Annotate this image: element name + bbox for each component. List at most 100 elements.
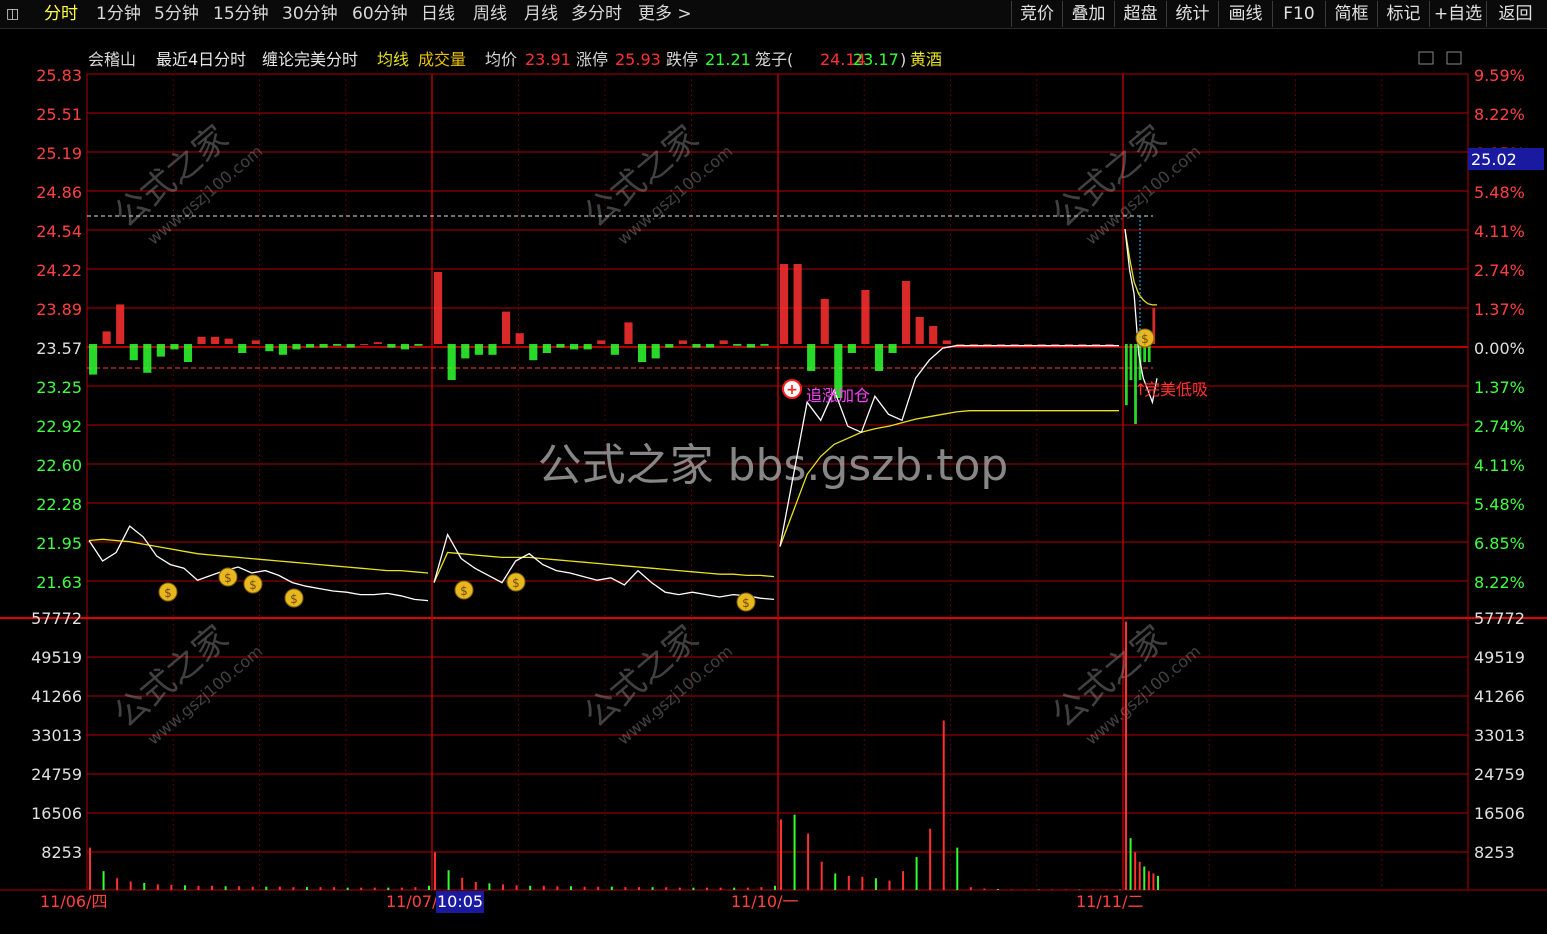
overlay-button[interactable]: 叠加	[1062, 1, 1114, 27]
momentum-bar	[320, 344, 328, 348]
layout-icon[interactable]	[1447, 52, 1461, 64]
mark-button[interactable]: 标记	[1377, 1, 1429, 27]
period-toolbar: ◫ 分时 1分钟 5分钟 15分钟 30分钟 60分钟 日线 周线 月线 多分时…	[0, 0, 1547, 29]
momentum-bar	[983, 344, 991, 345]
back-button[interactable]: 返回	[1486, 1, 1544, 27]
momentum-bar	[692, 344, 700, 348]
restore-icon[interactable]	[1419, 52, 1433, 64]
volume-bar	[320, 887, 322, 890]
volume-bar	[116, 878, 118, 890]
momentum-bar	[103, 331, 111, 344]
momentum-bar	[929, 326, 937, 344]
cage-label: 笼子(	[755, 50, 793, 69]
tab-period-60min[interactable]: 60分钟	[352, 0, 408, 28]
momentum-bar	[414, 344, 422, 346]
macd-bars	[89, 264, 1155, 424]
volume-bar	[502, 884, 504, 890]
momentum-bar	[292, 344, 300, 349]
momentum-bar	[848, 344, 856, 353]
momentum-bar	[1125, 344, 1128, 405]
sector-name: 黄酒	[910, 50, 942, 69]
volume-bar	[875, 878, 877, 890]
momentum-bar	[1065, 344, 1073, 345]
volume-bar	[89, 848, 91, 890]
volume-bar	[970, 887, 972, 890]
tab-period-monthly[interactable]: 月线	[524, 0, 558, 28]
volume-bar	[1152, 874, 1154, 890]
watermark-layer: 公式之家www.gszj100.com公式之家www.gszj100.com公式…	[106, 106, 1204, 755]
volume-bar	[848, 876, 850, 890]
volume-bar	[197, 886, 199, 890]
tab-period-15min[interactable]: 15分钟	[213, 0, 269, 28]
momentum-bar	[347, 344, 355, 348]
volume-bar	[292, 887, 294, 890]
percent-tick-label: 6.85%	[1474, 534, 1525, 553]
tab-period-1min[interactable]: 1分钟	[96, 0, 141, 28]
momentum-bar	[543, 344, 551, 353]
add-watchlist-button[interactable]: +自选	[1429, 1, 1486, 27]
volume-bar	[834, 874, 836, 890]
super-board-button[interactable]: 超盘	[1114, 1, 1166, 27]
volume-bar	[374, 888, 376, 890]
momentum-bar	[143, 344, 151, 373]
mode-label: 最近4日分时	[156, 50, 246, 69]
date-label: 11/07/	[386, 892, 438, 911]
price-lines	[89, 229, 1157, 600]
tab-period-30min[interactable]: 30分钟	[282, 0, 338, 28]
limit-down-label: 跌停	[666, 50, 698, 69]
add-position-label: 追涨加仓	[806, 386, 870, 405]
tab-period-fenshi[interactable]: 分时	[44, 0, 78, 28]
volume-bar	[306, 887, 308, 890]
momentum-bar	[584, 344, 592, 349]
volume-bar	[543, 886, 545, 890]
f10-button[interactable]: F10	[1272, 1, 1325, 27]
tab-period-daily[interactable]: 日线	[421, 0, 455, 28]
price-tick-label: 24.86	[36, 183, 82, 202]
momentum-bar	[488, 344, 496, 355]
tab-period-multi[interactable]: 多分时	[571, 0, 622, 28]
price-tick-label: 25.51	[36, 105, 82, 124]
intraday-chart[interactable]: 会稽山 最近4日分时 缠论完美分时 均线 成交量 均价 23.91 涨停 25.…	[0, 28, 1547, 934]
momentum-bar	[970, 344, 978, 345]
tab-period-weekly[interactable]: 周线	[473, 0, 507, 28]
volume-bar	[1130, 838, 1132, 890]
volume-tick-label-right: 8253	[1474, 843, 1515, 862]
percent-tick-label: 5.48%	[1474, 183, 1525, 202]
limit-up-label: 涨停	[576, 50, 608, 69]
price-tick-label: 23.25	[36, 378, 82, 397]
auction-button[interactable]: 竞价	[1011, 1, 1062, 27]
momentum-bar	[706, 344, 714, 348]
momentum-bar	[461, 344, 469, 358]
indicator-name: 缠论完美分时	[262, 50, 358, 69]
diagonal-watermark: 公式之家www.gszj100.com	[576, 106, 736, 255]
momentum-bar	[679, 340, 687, 344]
tab-period-more[interactable]: 更多 >	[638, 0, 692, 28]
volume-bar	[387, 888, 389, 890]
volume-bar	[638, 887, 640, 890]
momentum-bar	[943, 340, 951, 344]
momentum-bar	[875, 344, 883, 371]
signal-markers: $$$$$$$$+追涨加仓↑完美低吸	[159, 216, 1208, 611]
panel-toggle-icon[interactable]: ◫	[6, 0, 19, 28]
volume-bar	[157, 884, 159, 890]
simple-frame-button[interactable]: 简框	[1325, 1, 1377, 27]
volume-bar	[624, 887, 626, 890]
stats-button[interactable]: 统计	[1166, 1, 1218, 27]
volume-bar	[360, 888, 362, 890]
volume-bar	[238, 886, 240, 890]
percent-tick-label: 0.00%	[1474, 339, 1525, 358]
momentum-bar	[747, 344, 755, 348]
money-bag-symbol: $	[1141, 332, 1149, 346]
volume-tick-label-left: 57772	[31, 609, 82, 628]
momentum-bar	[956, 344, 964, 345]
momentum-bar	[448, 344, 456, 380]
tab-period-5min[interactable]: 5分钟	[154, 0, 199, 28]
volume-bar	[448, 870, 450, 890]
cursor-time-value: 10:05	[437, 892, 483, 911]
momentum-bar	[760, 344, 768, 346]
percent-tick-label: 2.74%	[1474, 417, 1525, 436]
draw-line-button[interactable]: 画线	[1218, 1, 1272, 27]
momentum-bar	[807, 344, 815, 371]
volume-bar	[488, 883, 490, 890]
momentum-bar	[197, 337, 205, 344]
